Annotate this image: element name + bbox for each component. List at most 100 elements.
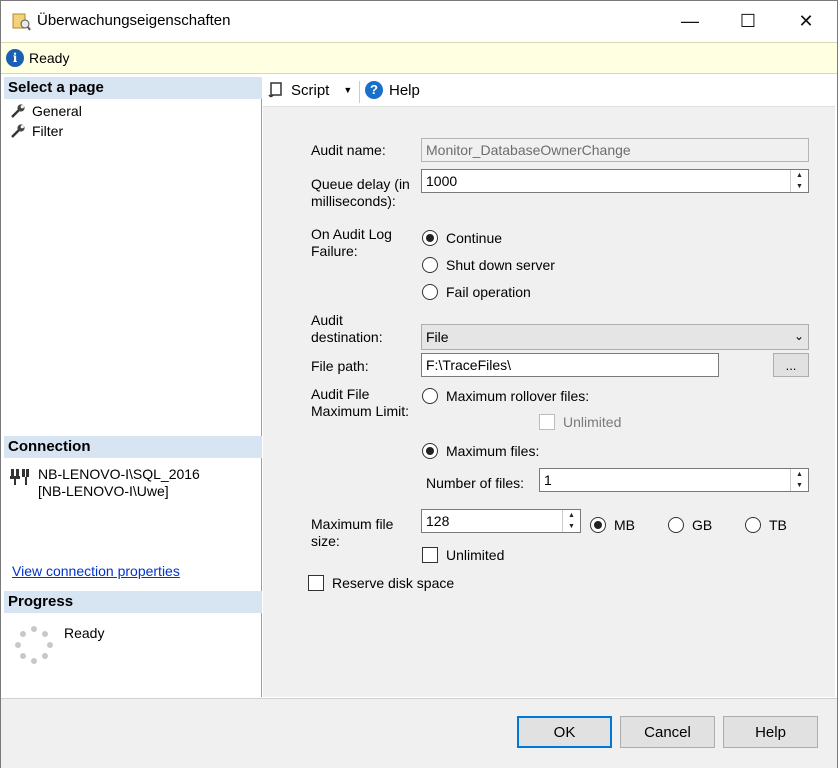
num-files-label: Number of files: <box>426 475 525 491</box>
browse-button[interactable]: ... <box>773 353 809 377</box>
on-failure-label-1: On Audit Log <box>311 226 392 242</box>
wrench-icon <box>11 104 25 118</box>
queue-delay-stepper[interactable]: 1000 ▲ ▼ <box>421 169 809 193</box>
maximize-icon: ☐ <box>739 10 757 31</box>
radio-shutdown[interactable] <box>422 257 438 273</box>
window-title: Überwachungseigenschaften <box>37 12 231 29</box>
dialog-window: Überwachungseigenschaften — ☐ ✕ i Ready … <box>0 0 838 768</box>
option-shutdown[interactable]: Shut down server <box>422 255 555 275</box>
radio-fail[interactable] <box>422 284 438 300</box>
wrench-icon <box>11 124 25 138</box>
script-button[interactable]: Script ▼ <box>267 81 352 99</box>
minimize-icon: — <box>681 10 699 31</box>
progress-header: Progress <box>4 591 262 613</box>
reserve-disk-label: Reserve disk space <box>332 575 455 591</box>
status-bar: i Ready <box>1 42 837 74</box>
progress-status: Ready <box>64 625 105 641</box>
radio-max-rollover[interactable] <box>422 388 438 404</box>
on-failure-label-2: Failure: <box>311 243 358 259</box>
max-file-size-value[interactable]: 128 <box>422 510 562 532</box>
destination-label-2: destination: <box>311 329 383 345</box>
close-button[interactable]: ✕ <box>777 1 835 41</box>
radio-tb[interactable] <box>745 517 761 533</box>
file-path-input[interactable]: F:\TraceFiles\ <box>421 353 719 377</box>
radio-mb[interactable] <box>590 517 606 533</box>
option-fail[interactable]: Fail operation <box>422 282 531 302</box>
queue-delay-label-1: Queue delay (in <box>311 176 410 192</box>
unlimited-size-checkbox[interactable] <box>422 547 438 563</box>
unit-mb-label: MB <box>614 517 635 533</box>
connection-user: [NB-LENOVO-I\Uwe] <box>38 483 169 499</box>
destination-label-1: Audit <box>311 312 343 328</box>
unlimited-rollover-option: Unlimited <box>539 412 621 432</box>
num-files-spin[interactable]: ▲ ▼ <box>790 469 808 491</box>
spin-down-icon[interactable]: ▼ <box>791 181 808 192</box>
radio-max-files[interactable] <box>422 443 438 459</box>
radio-continue[interactable] <box>422 230 438 246</box>
dialog-footer: OK Cancel Help <box>1 698 837 768</box>
unlimited-rollover-label: Unlimited <box>563 414 622 430</box>
option-shutdown-label: Shut down server <box>446 257 555 273</box>
view-connection-properties-link[interactable]: View connection properties <box>12 563 180 579</box>
chevron-down-icon: ⌄ <box>793 329 804 343</box>
radio-gb[interactable] <box>668 517 684 533</box>
help-toolbar-button[interactable]: ? Help <box>365 81 420 99</box>
progress-spinner-icon <box>15 626 53 664</box>
cancel-button[interactable]: Cancel <box>620 716 715 748</box>
page-item-label: General <box>32 103 82 119</box>
max-limit-label-2: Maximum Limit: <box>311 403 410 419</box>
help-label: Help <box>389 81 420 99</box>
unit-gb-option[interactable]: GB <box>668 515 712 535</box>
max-file-size-stepper[interactable]: 128 ▲ ▼ <box>421 509 581 533</box>
spin-down-icon[interactable]: ▼ <box>563 521 580 532</box>
help-button[interactable]: Help <box>723 716 818 748</box>
script-icon <box>268 82 282 98</box>
title-bar: Überwachungseigenschaften — ☐ ✕ <box>1 1 837 41</box>
select-page-header: Select a page <box>4 77 262 99</box>
num-files-stepper[interactable]: 1 ▲ ▼ <box>539 468 809 492</box>
audit-name-label: Audit name: <box>311 142 386 158</box>
unlimited-size-label: Unlimited <box>446 547 505 563</box>
reserve-disk-option[interactable]: Reserve disk space <box>308 573 454 593</box>
unlimited-rollover-checkbox <box>539 414 555 430</box>
unit-tb-option[interactable]: TB <box>745 515 787 535</box>
spin-down-icon[interactable]: ▼ <box>791 480 808 491</box>
dropdown-arrow-icon: ▼ <box>343 85 353 95</box>
option-continue-label: Continue <box>446 230 503 246</box>
max-file-size-label-1: Maximum file <box>311 516 394 532</box>
page-item-general[interactable]: General <box>10 101 82 121</box>
help-icon: ? <box>365 81 383 99</box>
ok-button[interactable]: OK <box>517 716 612 748</box>
info-icon: i <box>6 49 24 67</box>
max-file-size-spin[interactable]: ▲ ▼ <box>562 510 580 532</box>
connection-server: NB-LENOVO-I\SQL_2016 <box>38 466 200 482</box>
connection-icon <box>10 469 29 485</box>
spin-up-icon[interactable]: ▲ <box>791 170 808 181</box>
spin-up-icon[interactable]: ▲ <box>791 469 808 480</box>
script-label: Script <box>291 81 330 99</box>
option-max-files[interactable]: Maximum files: <box>422 441 539 461</box>
max-limit-label-1: Audit File <box>311 386 370 402</box>
unlimited-size-option[interactable]: Unlimited <box>422 545 504 565</box>
queue-delay-value[interactable]: 1000 <box>422 170 790 192</box>
queue-delay-spin[interactable]: ▲ ▼ <box>790 170 808 192</box>
connection-header: Connection <box>4 436 262 458</box>
num-files-value[interactable]: 1 <box>540 469 790 491</box>
spin-up-icon[interactable]: ▲ <box>563 510 580 521</box>
destination-select[interactable]: File ⌄ <box>421 324 809 350</box>
destination-value: File <box>426 329 449 345</box>
close-icon: ✕ <box>798 10 814 31</box>
page-item-label: Filter <box>32 123 64 139</box>
file-path-label: File path: <box>311 358 369 374</box>
option-continue[interactable]: Continue <box>422 228 502 248</box>
maximize-button[interactable]: ☐ <box>719 1 777 41</box>
max-file-size-label-2: size: <box>311 533 340 549</box>
reserve-disk-checkbox[interactable] <box>308 575 324 591</box>
option-max-rollover-label: Maximum rollover files: <box>446 388 590 404</box>
minimize-button[interactable]: — <box>661 1 719 41</box>
toolbar: Script ▼ ? Help <box>263 77 835 107</box>
audit-name-field: Monitor_DatabaseOwnerChange <box>421 138 809 162</box>
option-max-rollover[interactable]: Maximum rollover files: <box>422 386 589 406</box>
page-item-filter[interactable]: Filter <box>10 121 63 141</box>
unit-mb-option[interactable]: MB <box>590 515 635 535</box>
